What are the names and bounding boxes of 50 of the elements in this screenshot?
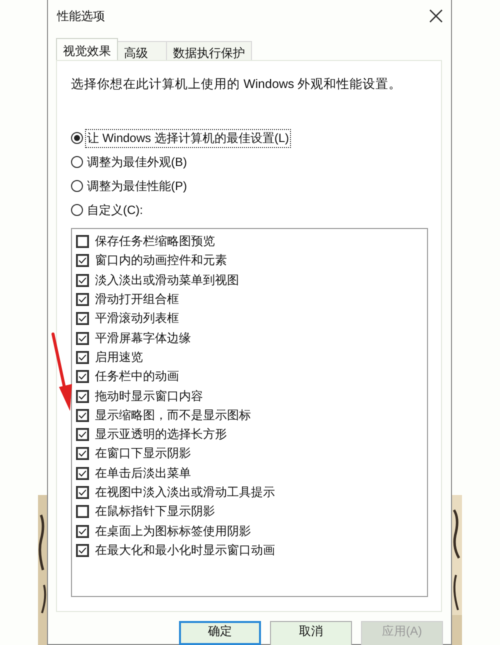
checkbox[interactable] (76, 350, 89, 364)
checkbox[interactable] (76, 312, 89, 326)
option-label[interactable]: 在窗口下显示阴影 (95, 445, 191, 462)
option-label[interactable]: 显示缩略图，而不是显示图标 (95, 406, 251, 424)
checkbox[interactable] (76, 370, 89, 384)
checkbox[interactable] (76, 274, 89, 287)
checkbox[interactable] (76, 428, 89, 442)
radio-button[interactable] (71, 204, 83, 216)
checkbox[interactable] (76, 235, 89, 248)
checkbox[interactable] (76, 390, 89, 403)
dialog-button[interactable]: 确定 (179, 621, 261, 645)
description-text: 选择你想在此计算机上使用的 Windows 外观和性能设置。 (71, 76, 403, 93)
option-label[interactable]: 启用速览 (95, 348, 143, 366)
close-icon[interactable] (429, 9, 443, 23)
radio-label[interactable]: 让 Windows 选择计算机的最佳设置(L) (86, 130, 290, 146)
option-label[interactable]: 保存任务栏缩略图预览 (95, 233, 215, 250)
checkbox[interactable] (76, 293, 89, 306)
option-label[interactable]: 淡入淡出或滑动菜单到视图 (95, 272, 239, 289)
radio-button[interactable] (71, 132, 83, 144)
option-label[interactable]: 在视图中淡入淡出或滑动工具提示 (95, 484, 275, 501)
checkbox[interactable] (76, 447, 89, 460)
radio-label[interactable]: 调整为最佳外观(B) (86, 154, 188, 170)
option-label[interactable]: 显示亚透明的选择长方形 (95, 426, 227, 444)
option-label[interactable]: 平滑滚动列表框 (95, 310, 179, 328)
option-label[interactable]: 窗口内的动画控件和元素 (95, 252, 227, 270)
checkbox[interactable] (76, 524, 89, 538)
option-label[interactable]: 滑动打开组合框 (95, 291, 179, 308)
checkbox[interactable] (76, 544, 89, 557)
option-label[interactable]: 拖动时显示窗口内容 (95, 388, 203, 405)
radio-label[interactable]: 自定义(C): (86, 202, 144, 218)
radio-button[interactable] (71, 156, 83, 168)
tab[interactable]: 数据执行保护 (166, 41, 252, 60)
checkbox[interactable] (76, 254, 89, 268)
radio-label[interactable]: 调整为最佳性能(P) (86, 178, 188, 194)
checkbox[interactable] (76, 505, 89, 518)
window-title: 性能选项 (57, 8, 105, 24)
option-label[interactable]: 平滑屏幕字体边缘 (95, 330, 191, 347)
option-label[interactable]: 任务栏中的动画 (95, 368, 179, 386)
radio-button[interactable] (71, 180, 83, 192)
option-label[interactable]: 在单击后淡出菜单 (95, 464, 191, 482)
tab[interactable]: 高级 (117, 41, 167, 60)
tab[interactable]: 视觉效果 (56, 38, 118, 60)
dialog-button[interactable]: 取消 (270, 621, 352, 645)
option-label[interactable]: 在最大化和最小化时显示窗口动画 (95, 542, 275, 559)
checkbox[interactable] (76, 408, 89, 422)
option-label[interactable]: 在桌面上为图标标签使用阴影 (95, 522, 251, 540)
option-label[interactable]: 在鼠标指针下显示阴影 (95, 503, 215, 520)
checkbox[interactable] (76, 466, 89, 480)
checkbox[interactable] (76, 486, 89, 499)
checkbox[interactable] (76, 332, 89, 345)
